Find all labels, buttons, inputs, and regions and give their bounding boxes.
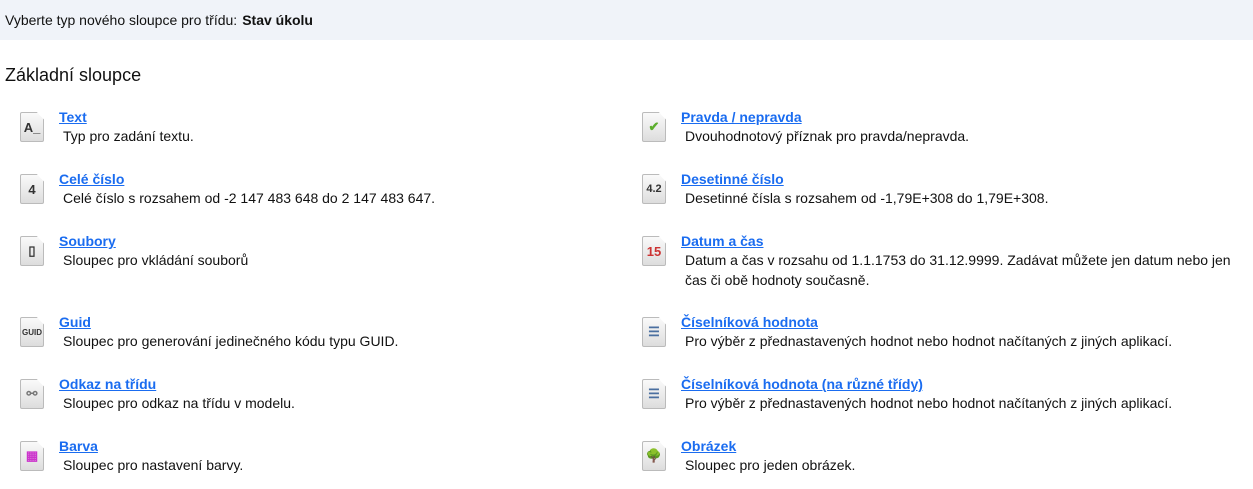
column-type-item: ▦ Barva Sloupec pro nastavení barvy. — [20, 437, 642, 489]
integer-icon: 4 — [20, 174, 46, 204]
image-icon: 🌳 — [642, 441, 668, 471]
list-icon: ☰ — [642, 379, 668, 409]
column-type-link[interactable]: Desetinné číslo — [681, 170, 1048, 188]
column-type-link[interactable]: Guid — [59, 313, 398, 331]
column-type-item: A_ Text Typ pro zadání textu. — [20, 108, 642, 172]
column-type-link[interactable]: Pravda / nepravda — [681, 108, 969, 126]
column-type-link[interactable]: Barva — [59, 437, 243, 455]
column-type-item: ☰ Číselníková hodnota (na různé třídy) Pr… — [642, 375, 1242, 439]
list-icon: ☰ — [642, 317, 668, 347]
column-type-link[interactable]: Obrázek — [681, 437, 855, 455]
column-type-item: 15 Datum a čas Datum a čas v rozsahu od 1… — [642, 232, 1242, 315]
section-title: Základní sloupce — [5, 65, 142, 85]
column-type-list: A_ Text Typ pro zadání textu. ✔ Pravda / n… — [20, 108, 1242, 489]
column-type-item: GUID Guid Sloupec pro generování jedinečn… — [20, 313, 642, 377]
column-type-description: Desetinné čísla s rozsahem od -1,79E+308… — [685, 190, 1049, 206]
text-icon: A_ — [20, 112, 46, 142]
column-type-description: Celé číslo s rozsahem od -2 147 483 648 … — [63, 190, 436, 206]
column-type-description: Pro výběr z přednastavených hodnot nebo … — [685, 395, 1173, 411]
checkmark-icon: ✔ — [642, 112, 668, 142]
column-type-item: 4.2 Desetinné číslo Desetinné čísla s roz… — [642, 170, 1242, 234]
column-type-link[interactable]: Celé číslo — [59, 170, 435, 188]
column-type-description: Datum a čas v rozsahu od 1.1.1753 do 31.… — [685, 252, 1231, 288]
column-type-description: Typ pro zadání textu. — [63, 128, 194, 144]
column-type-item: ☰ Číselníková hodnota Pro výběr z přednas… — [642, 313, 1242, 377]
column-type-description: Dvouhodnotový příznak pro pravda/nepravd… — [685, 128, 970, 144]
header: Vyberte typ nového sloupce pro třídu: St… — [0, 0, 1253, 40]
file-icon: ▯ — [20, 236, 46, 266]
color-icon: ▦ — [20, 441, 46, 471]
column-type-link[interactable]: Odkaz na třídu — [59, 375, 295, 393]
column-type-description: Sloupec pro odkaz na třídu v modelu. — [63, 395, 295, 411]
column-type-description: Pro výběr z přednastavených hodnot nebo … — [685, 333, 1173, 349]
column-type-link[interactable]: Číselníková hodnota (na různé třídy) — [681, 375, 1172, 393]
column-type-item: 4 Celé číslo Celé číslo s rozsahem od -2 … — [20, 170, 642, 234]
column-type-link[interactable]: Soubory — [59, 232, 248, 250]
guid-icon: GUID — [20, 317, 46, 347]
decimal-icon: 4.2 — [642, 174, 668, 204]
column-type-link[interactable]: Text — [59, 108, 194, 126]
link-icon: ⚯ — [20, 379, 46, 409]
column-type-description: Sloupec pro generování jedinečného kódu … — [63, 333, 399, 349]
class-name: Stav úkolu — [242, 12, 313, 28]
column-type-item: 🌳 Obrázek Sloupec pro jeden obrázek. — [642, 437, 1242, 489]
calendar-icon: 15 — [642, 236, 668, 266]
column-type-link[interactable]: Číselníková hodnota — [681, 313, 1172, 331]
header-prompt: Vyberte typ nového sloupce pro třídu: — [5, 12, 238, 28]
column-type-description: Sloupec pro vkládání souborů — [63, 252, 249, 268]
column-type-item: ⚯ Odkaz na třídu Sloupec pro odkaz na tří… — [20, 375, 642, 439]
column-type-item: ✔ Pravda / nepravda Dvouhodnotový příznak… — [642, 108, 1242, 172]
column-type-description: Sloupec pro nastavení barvy. — [63, 457, 244, 473]
column-type-description: Sloupec pro jeden obrázek. — [685, 457, 856, 473]
column-type-link[interactable]: Datum a čas — [681, 232, 1242, 250]
column-type-item: ▯ Soubory Sloupec pro vkládání souborů — [20, 232, 642, 315]
